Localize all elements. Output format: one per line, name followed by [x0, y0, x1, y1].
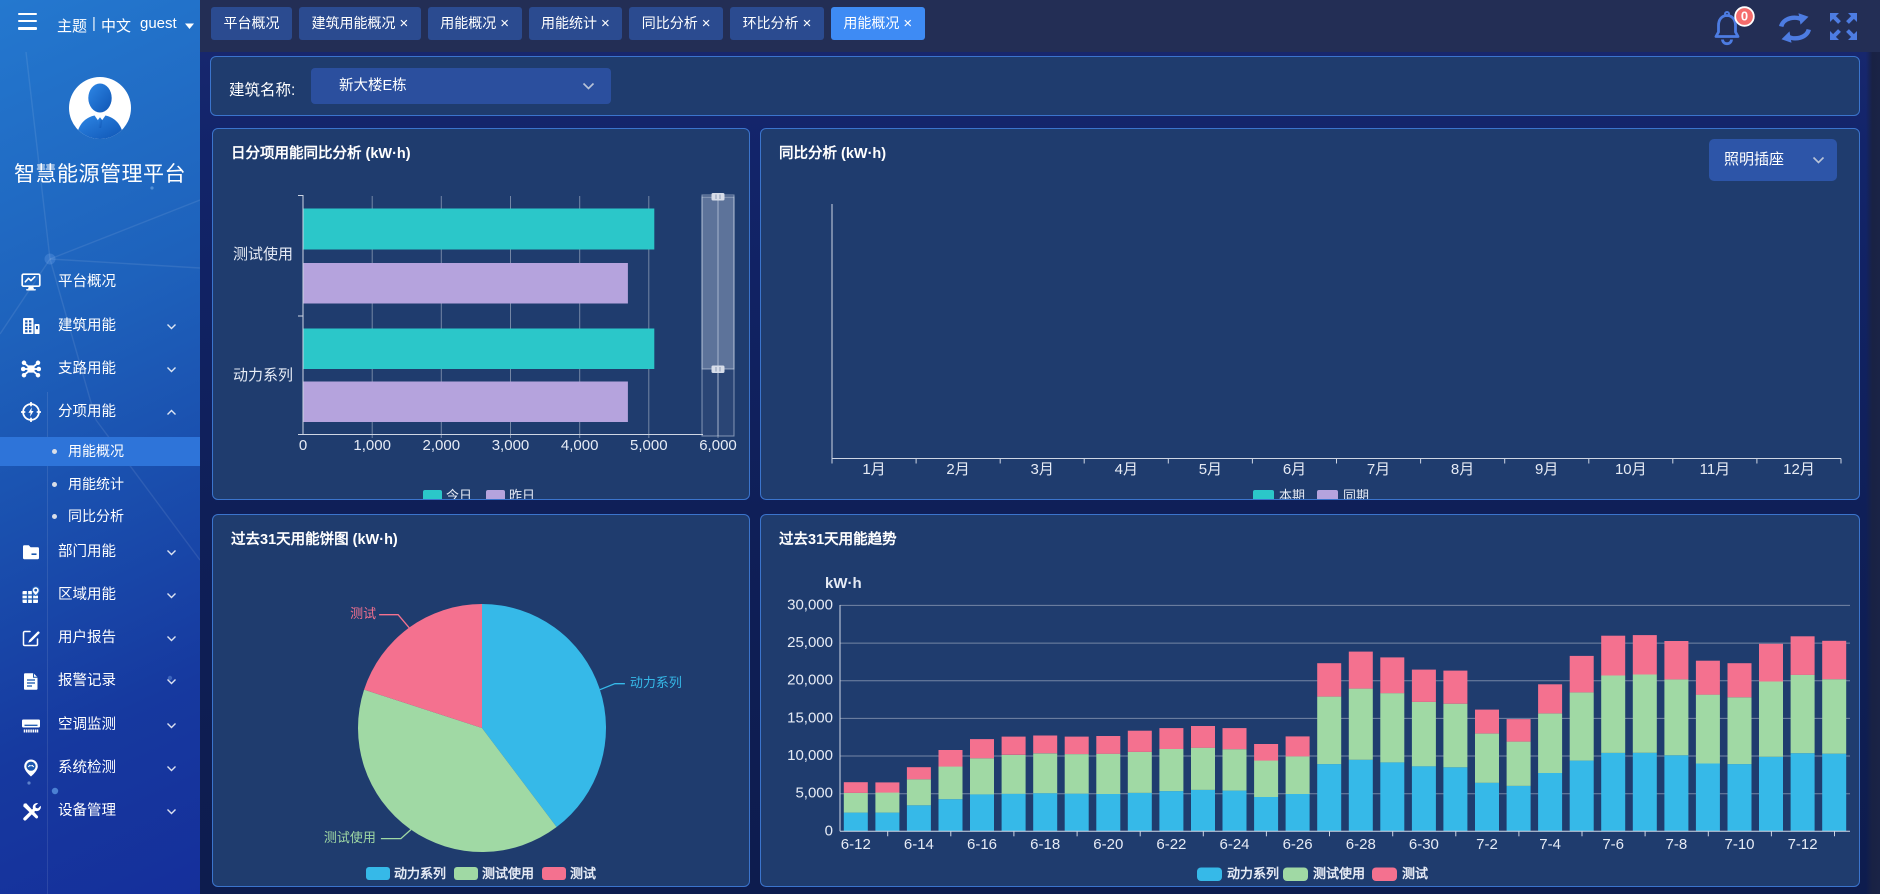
svg-text:6-14: 6-14 — [904, 836, 934, 853]
svg-text:6-26: 6-26 — [1283, 836, 1313, 853]
svg-text:测试: 测试 — [350, 606, 376, 621]
svg-text:30,000: 30,000 — [787, 596, 833, 613]
svg-text:昨日: 昨日 — [509, 488, 535, 500]
svg-text:3,000: 3,000 — [492, 437, 530, 454]
svg-text:0: 0 — [1741, 9, 1748, 24]
svg-text:测试: 测试 — [1402, 866, 1428, 881]
svg-text:20,000: 20,000 — [787, 672, 833, 689]
svg-text:5,000: 5,000 — [630, 437, 668, 454]
svg-text:7-12: 7-12 — [1788, 836, 1818, 853]
svg-text:0: 0 — [825, 822, 833, 839]
svg-text:6月: 6月 — [1283, 461, 1306, 478]
svg-text:动力系列: 动力系列 — [394, 866, 446, 881]
svg-text:6-22: 6-22 — [1156, 836, 1186, 853]
svg-text:测试使用: 测试使用 — [1313, 866, 1365, 881]
svg-text:6-20: 6-20 — [1093, 836, 1123, 853]
svg-text:11月: 11月 — [1700, 461, 1731, 478]
svg-text:7月: 7月 — [1367, 461, 1390, 478]
svg-text:6-18: 6-18 — [1030, 836, 1060, 853]
svg-text:2,000: 2,000 — [423, 437, 461, 454]
svg-text:动力系列: 动力系列 — [630, 675, 682, 690]
svg-text:0: 0 — [299, 437, 307, 454]
svg-text:15,000: 15,000 — [787, 709, 833, 726]
svg-text:测试使用: 测试使用 — [482, 866, 534, 881]
svg-text:10月: 10月 — [1615, 461, 1647, 478]
svg-text:10,000: 10,000 — [787, 747, 833, 764]
svg-text:25,000: 25,000 — [787, 634, 833, 651]
svg-text:8月: 8月 — [1451, 461, 1474, 478]
svg-text:动力系列: 动力系列 — [1227, 866, 1279, 881]
svg-text:7-2: 7-2 — [1476, 836, 1498, 853]
svg-text:2月: 2月 — [946, 461, 969, 478]
svg-text:动力系列: 动力系列 — [233, 367, 293, 384]
svg-text:同期: 同期 — [1343, 488, 1369, 500]
svg-text:测试使用: 测试使用 — [324, 830, 376, 845]
svg-text:本期: 本期 — [1279, 488, 1305, 500]
svg-text:7-10: 7-10 — [1724, 836, 1754, 853]
svg-text:测试使用: 测试使用 — [233, 246, 293, 263]
svg-text:1,000: 1,000 — [353, 437, 391, 454]
svg-text:6-12: 6-12 — [841, 836, 871, 853]
svg-text:测试: 测试 — [570, 866, 596, 881]
svg-text:5月: 5月 — [1199, 461, 1222, 478]
svg-text:4月: 4月 — [1115, 461, 1138, 478]
svg-text:3月: 3月 — [1031, 461, 1054, 478]
svg-text:7-6: 7-6 — [1602, 836, 1624, 853]
svg-text:12月: 12月 — [1783, 461, 1815, 478]
svg-text:今日: 今日 — [446, 488, 472, 500]
svg-text:kW·h: kW·h — [825, 575, 862, 592]
svg-text:7-8: 7-8 — [1666, 836, 1688, 853]
svg-text:6-16: 6-16 — [967, 836, 997, 853]
svg-text:1月: 1月 — [862, 461, 885, 478]
svg-text:4,000: 4,000 — [561, 437, 599, 454]
svg-text:6,000: 6,000 — [699, 437, 737, 454]
svg-text:6-30: 6-30 — [1409, 836, 1439, 853]
svg-text:5,000: 5,000 — [795, 785, 833, 802]
svg-text:6-28: 6-28 — [1346, 836, 1376, 853]
svg-text:9月: 9月 — [1535, 461, 1558, 478]
svg-text:7-4: 7-4 — [1539, 836, 1561, 853]
svg-text:6-24: 6-24 — [1219, 836, 1249, 853]
